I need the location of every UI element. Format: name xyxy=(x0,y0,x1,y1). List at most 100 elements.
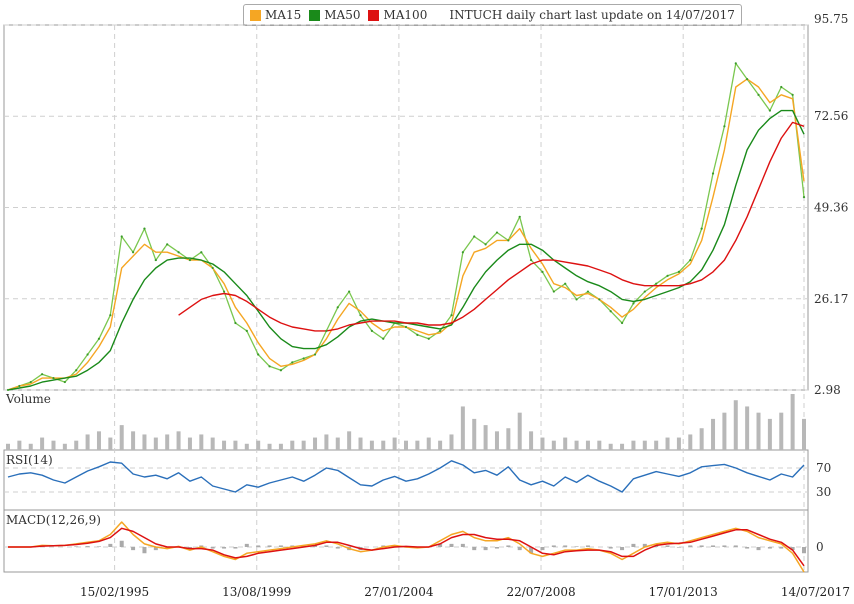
price-point xyxy=(711,172,715,175)
volume-bar xyxy=(369,440,374,450)
ma100-series-line xyxy=(178,121,805,332)
price-point xyxy=(86,353,89,356)
price-point xyxy=(746,77,749,81)
price-point xyxy=(655,282,658,285)
price-point xyxy=(325,329,328,333)
ma15-series-line xyxy=(7,78,805,391)
date-tick-label: 13/08/1999 xyxy=(222,585,291,599)
price-point xyxy=(518,215,521,218)
volume-bar xyxy=(51,440,56,450)
macd-histogram-bar xyxy=(767,547,772,549)
price-point xyxy=(427,337,430,340)
price-point xyxy=(313,353,317,356)
volume-bar xyxy=(210,437,215,450)
macd-histogram-bar xyxy=(324,545,329,547)
volume-bar xyxy=(290,440,295,450)
price-tick-label: 95.75 xyxy=(814,12,848,26)
price-point xyxy=(620,321,624,325)
date-tick-label: 17/01/2013 xyxy=(649,585,718,599)
price-point xyxy=(484,243,487,246)
volume-panel xyxy=(6,394,806,450)
rsi-frame xyxy=(3,449,809,511)
macd-panel xyxy=(8,521,806,573)
volume-bar xyxy=(779,412,784,450)
macd-histogram-bar xyxy=(460,543,465,547)
macd-histogram-bar xyxy=(540,547,545,551)
volume-bar xyxy=(96,431,101,450)
macd-histogram-bar xyxy=(676,547,681,548)
macd-histogram-bar xyxy=(472,547,477,551)
volume-bar xyxy=(472,418,477,450)
price-point xyxy=(507,239,510,242)
grid-lines xyxy=(4,24,808,572)
price-point xyxy=(131,251,135,254)
price-point xyxy=(41,373,44,376)
price-point xyxy=(6,388,10,392)
price-point xyxy=(416,333,419,336)
macd-histogram-bar xyxy=(108,543,113,547)
price-point xyxy=(609,310,612,313)
price-point xyxy=(75,369,78,372)
volume-bar xyxy=(176,431,181,450)
macd-histogram-bar xyxy=(449,543,454,547)
macd-histogram-bar xyxy=(631,543,636,547)
volume-bar xyxy=(404,440,408,450)
macd-histogram-bar xyxy=(131,547,136,551)
macd-histogram-bar xyxy=(233,547,238,549)
price-point xyxy=(598,298,601,301)
macd-histogram-bar xyxy=(551,545,556,547)
price-point xyxy=(302,357,305,360)
price-series-line xyxy=(7,62,805,391)
macd-histogram-bar xyxy=(85,546,90,547)
volume-bar xyxy=(733,400,738,450)
volume-label: Volume xyxy=(5,392,51,406)
price-point xyxy=(404,325,408,329)
volume-bar xyxy=(142,434,147,450)
volume-bar xyxy=(335,437,340,450)
volume-bar xyxy=(494,431,499,450)
stock-chart: 95.75 72.56 49.36 26.17 2.98 15/02/1995 13/08/… xyxy=(3,12,850,599)
price-point xyxy=(757,93,760,96)
volume-bar xyxy=(585,440,590,450)
price-point xyxy=(586,290,590,293)
volume-bar xyxy=(358,437,363,450)
volume-bar xyxy=(6,443,10,450)
macd-histogram-bar xyxy=(745,547,750,549)
macd-histogram-bar xyxy=(256,545,261,547)
date-tick-label: 14/07/2017 xyxy=(781,585,850,599)
price-point xyxy=(461,251,464,254)
price-point xyxy=(18,384,21,388)
price-point xyxy=(632,302,635,305)
macd-histogram-bar xyxy=(722,545,727,547)
price-point xyxy=(552,290,555,293)
volume-bar xyxy=(244,443,249,450)
price-point xyxy=(439,329,442,333)
price-tick-label: 49.36 xyxy=(814,201,848,215)
volume-bar xyxy=(131,431,136,450)
volume-bar xyxy=(517,412,522,450)
volume-bar xyxy=(347,431,352,450)
volume-bar xyxy=(256,440,261,450)
macd-label: MACD(12,26,9) xyxy=(6,513,101,527)
macd-histogram-bar xyxy=(711,545,716,547)
macd-histogram-bar xyxy=(517,547,522,551)
price-point xyxy=(268,365,271,368)
price-point xyxy=(245,329,248,333)
volume-bar xyxy=(187,437,192,450)
price-tick-label: 2.98 xyxy=(814,383,841,397)
price-point xyxy=(29,380,32,384)
macd-histogram-bar xyxy=(733,545,738,547)
macd-histogram-bar xyxy=(278,545,283,547)
volume-bar xyxy=(17,440,22,450)
price-point xyxy=(291,361,294,364)
macd-histogram-bar xyxy=(563,545,568,547)
volume-bar xyxy=(74,440,79,450)
rsi-tick-label: 30 xyxy=(816,485,831,499)
price-point xyxy=(643,290,646,293)
volume-bar xyxy=(790,394,795,450)
price-point xyxy=(802,196,806,199)
macd-histogram-bar xyxy=(779,547,784,549)
volume-bar xyxy=(438,440,443,450)
macd-histogram-bar xyxy=(620,547,625,551)
price-point xyxy=(575,298,578,301)
